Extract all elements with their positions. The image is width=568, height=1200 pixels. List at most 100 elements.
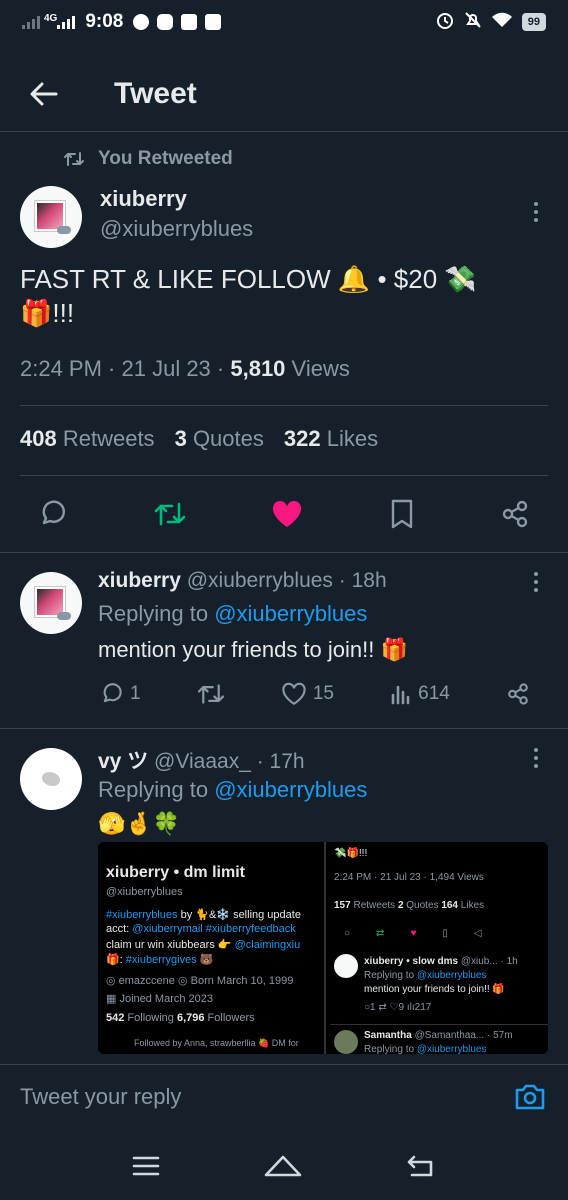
author-avatar[interactable] (20, 186, 82, 248)
image-location: emazccene (118, 975, 175, 987)
divider (0, 552, 568, 553)
tweet-meta: 2:24 PM · 21 Jul 23 · 5,810 Views (20, 356, 350, 381)
more-options-icon[interactable] (532, 572, 540, 592)
heart-icon (282, 682, 306, 705)
image-bio-text: claim ur win xiubbears 👉 (106, 939, 235, 951)
reply-age: 18h (351, 569, 387, 592)
likes-stat[interactable]: 322 Likes (284, 426, 378, 452)
like-count: 15 (312, 683, 334, 704)
reply-retweet-button[interactable] (197, 682, 225, 706)
image-q-label: Quotes (406, 900, 439, 911)
reply-author-name[interactable]: xiuberry (98, 569, 181, 592)
tweet-text: FAST RT & LIKE FOLLOW 🔔 • $20 💸 🎁!!! (20, 262, 540, 330)
image-born: Born March 10, 1999 (190, 975, 294, 987)
reply-image[interactable]: xiuberry • dm limit @xiuberryblues #xiub… (98, 842, 548, 1054)
mail-icon (205, 14, 222, 30)
wifi-icon (491, 12, 512, 33)
image-followed-by: Followed by Anna, strawberllia 🍓 DM for (134, 1038, 299, 1048)
reply-reply-button[interactable]: 1 (100, 682, 141, 706)
reply-actions: 1 15 614 (100, 682, 530, 706)
image-reply-prefix: Replying to (364, 970, 417, 981)
image-followers-label: Followers (207, 1012, 255, 1024)
retweet-button[interactable] (154, 500, 186, 528)
reply-like-button[interactable]: 15 (281, 682, 334, 706)
butterfly-icon (42, 772, 60, 786)
status-bar: 4G 9:08 99 (0, 0, 568, 44)
reply-header: vy ツ @Viaaax_ · 17h (98, 750, 305, 773)
retweet-icon (197, 684, 224, 704)
quotes-stat[interactable]: 3 Quotes (175, 426, 264, 452)
image-view-count: 217 (414, 1002, 432, 1013)
more-options-icon[interactable] (532, 748, 540, 768)
divider (0, 728, 568, 729)
reply-avatar[interactable] (20, 748, 82, 810)
more-options-icon[interactable] (532, 202, 540, 222)
status-time: 9:08 (85, 11, 124, 32)
image-divider (324, 842, 326, 1054)
replying-to-link[interactable]: @xiuberryblues (214, 601, 367, 626)
image-bio-link: @claimingxiu (234, 939, 301, 951)
back-nav-icon (408, 1155, 433, 1176)
image-reply2-handle: @Samanthaa... · 57m (414, 1030, 513, 1041)
image-l-label: Likes (460, 900, 485, 911)
app-notification-icon (133, 14, 150, 30)
reply-share-button[interactable] (506, 682, 530, 706)
reply-composer[interactable]: Tweet your reply (0, 1064, 568, 1128)
image-tweet-panel: 💸🎁!!! 2:24 PM · 21 Jul 23 · 1,494 Views … (330, 842, 548, 1054)
signal-icon-2 (57, 15, 76, 29)
image-like-count: 9 (398, 1002, 405, 1013)
share-button[interactable] (500, 499, 530, 529)
image-bio-text: 🐻 (196, 954, 214, 966)
image-reply-avatar (334, 954, 358, 978)
image-following-label: Following (127, 1012, 174, 1024)
reply-author-handle[interactable]: @Viaaax_ (154, 750, 251, 773)
replying-to-link[interactable]: @xiuberryblues (214, 777, 367, 802)
bookmark-button[interactable] (389, 499, 415, 529)
retweet-icon (154, 502, 185, 526)
tweet-text-line2: 🎁!!! (20, 298, 75, 328)
image-reply-text: mention your friends to join!! 🎁 (364, 984, 505, 995)
replying-to: Replying to @xiuberryblues (98, 601, 367, 627)
image-tweet-text: 💸🎁!!! (334, 848, 368, 859)
back-button[interactable] (14, 64, 74, 124)
image-rt-label: Retweets (353, 900, 396, 911)
views-label: Views (291, 356, 350, 381)
menu-button[interactable] (132, 1155, 160, 1182)
app-header: Tweet (0, 56, 568, 132)
author-handle[interactable]: @xiuberryblues (100, 216, 253, 242)
reply-input-placeholder[interactable]: Tweet your reply (20, 1084, 181, 1110)
image-followers-count: 6,796 (176, 1012, 205, 1024)
home-button[interactable] (263, 1153, 303, 1184)
image-profile-handle: @xiuberryblues (106, 886, 183, 898)
discord-icon (157, 14, 174, 30)
tweet-actions (20, 492, 548, 536)
author-name[interactable]: xiuberry (100, 186, 187, 212)
reply-author-name[interactable]: vy ツ (98, 750, 148, 773)
reply-button[interactable] (38, 499, 68, 529)
image-bio-tag: #xiuberryblues (106, 909, 178, 921)
image-following-count: 542 (106, 1012, 125, 1024)
reply-text: mention your friends to join!! 🎁 (98, 637, 408, 662)
image-actions-row: ○⇄♥▯◁ (344, 928, 508, 939)
divider (20, 475, 548, 476)
back-nav-button[interactable] (406, 1154, 436, 1183)
retweets-stat[interactable]: 408 Retweets (20, 426, 155, 452)
reply-author-handle[interactable]: @xiuberryblues (187, 569, 333, 592)
page-title: Tweet (114, 76, 197, 110)
replying-prefix: Replying to (98, 777, 209, 802)
image-divider (330, 1024, 548, 1025)
reply-icon (42, 500, 65, 525)
menu-icon (132, 1156, 159, 1175)
reply-views-button[interactable]: 614 (390, 683, 450, 705)
network-type: 4G (44, 12, 58, 24)
image-l-count: 164 (441, 900, 458, 911)
like-button[interactable] (271, 500, 303, 528)
reply-count: 1 (130, 683, 141, 704)
heart-filled-icon (272, 500, 302, 527)
views-count: 5,810 (230, 356, 286, 381)
camera-button[interactable] (514, 1081, 546, 1117)
image-joined: Joined March 2023 (119, 993, 214, 1005)
replying-prefix: Replying to (98, 601, 209, 626)
share-icon (502, 500, 528, 528)
reply-avatar[interactable] (20, 572, 82, 634)
